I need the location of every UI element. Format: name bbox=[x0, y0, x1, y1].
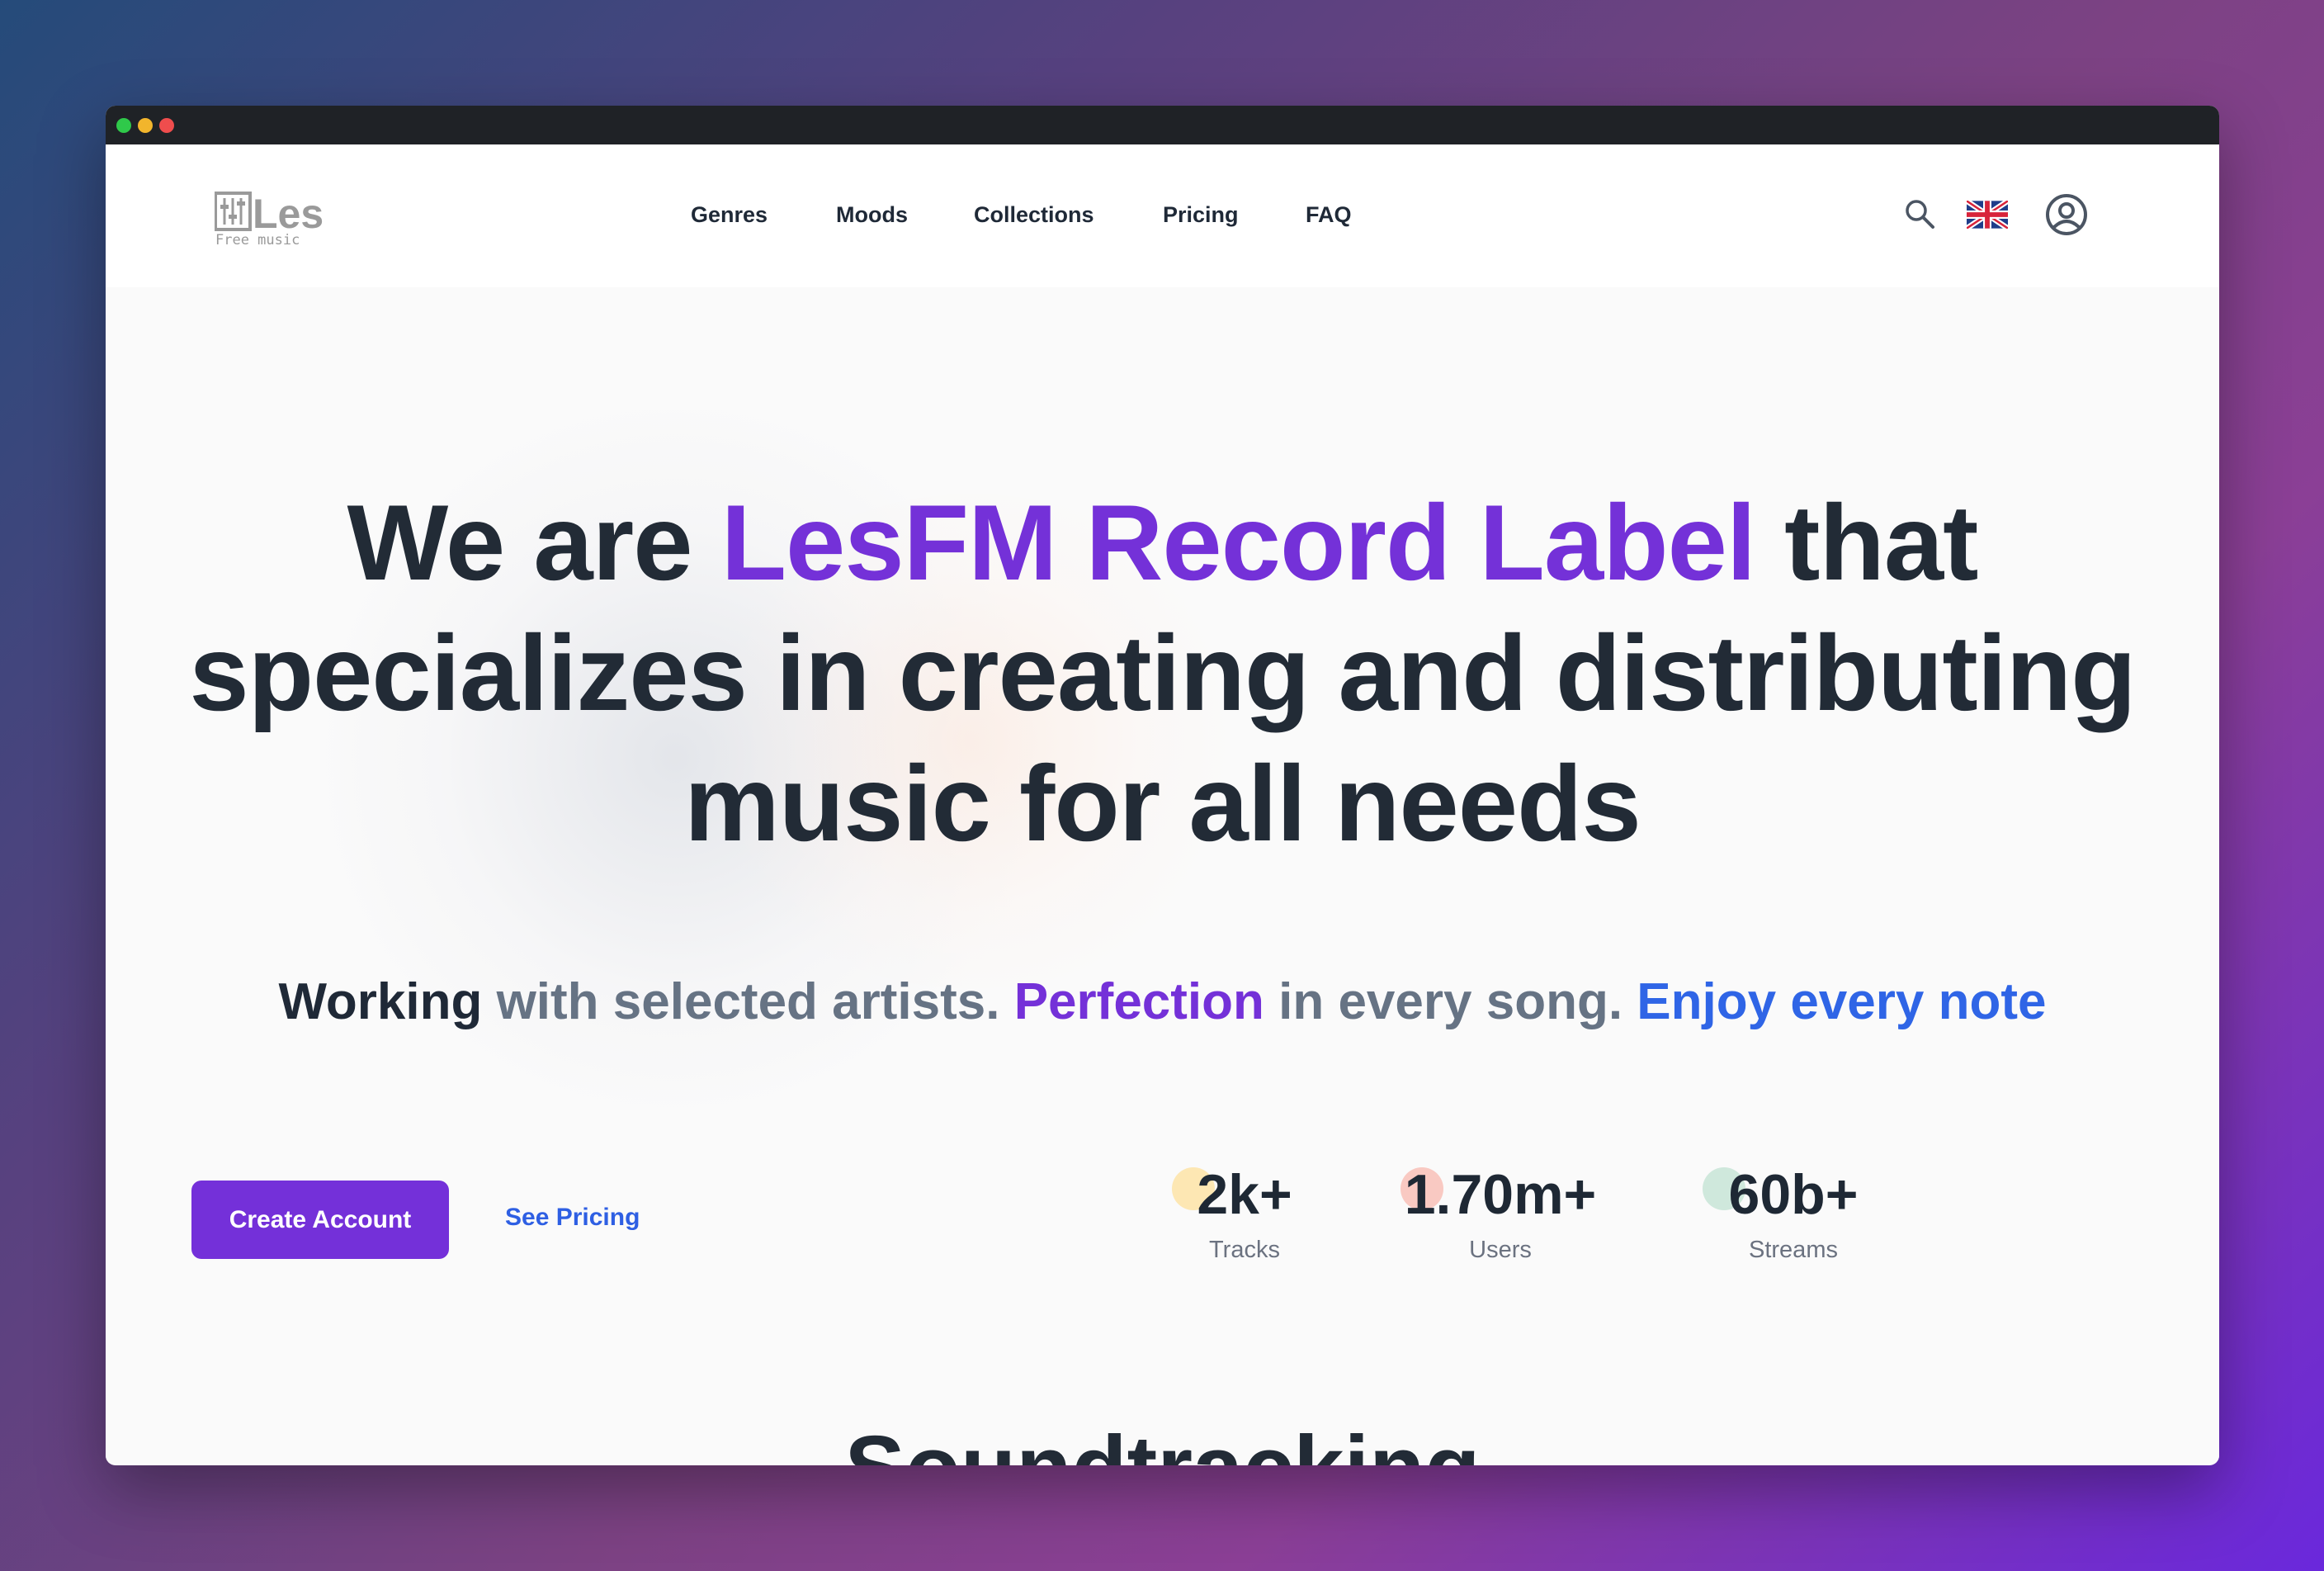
stat-value: 1.70m+ bbox=[1404, 1163, 1597, 1226]
stat-tracks: 2k+ Tracks bbox=[1170, 1162, 1319, 1264]
create-account-button[interactable]: Create Account bbox=[191, 1181, 449, 1259]
headline-intro: We are bbox=[347, 482, 721, 603]
browser-window: Les Free music Genres Moods Collections … bbox=[106, 106, 2219, 1465]
tagline-every-song: in every song. bbox=[1264, 973, 1637, 1030]
stat-streams: 60b+ Streams bbox=[1703, 1162, 1884, 1264]
window-titlebar bbox=[106, 106, 2219, 144]
site-header: Les Free music Genres Moods Collections … bbox=[106, 144, 2219, 287]
nav-genres[interactable]: Genres bbox=[691, 202, 768, 228]
tagline-enjoy: Enjoy every note bbox=[1637, 973, 2047, 1030]
hero-section: We are LesFM Record Label that specializ… bbox=[106, 287, 2219, 1464]
tagline-working: Working bbox=[278, 973, 483, 1030]
nav-faq[interactable]: FAQ bbox=[1306, 202, 1352, 228]
hero-headline: We are LesFM Record Label that specializ… bbox=[106, 477, 2219, 868]
window-minimize-button[interactable] bbox=[138, 118, 153, 133]
nav-collections[interactable]: Collections bbox=[974, 202, 1094, 228]
hero-tagline: Working with selected artists. Perfectio… bbox=[106, 972, 2219, 1031]
nav-moods[interactable]: Moods bbox=[836, 202, 908, 228]
headline-brand: LesFM Record Label bbox=[720, 482, 1756, 603]
uk-flag-icon[interactable] bbox=[1965, 198, 2010, 233]
stat-users: 1.70m+ Users bbox=[1393, 1162, 1608, 1264]
user-account-icon[interactable] bbox=[2044, 192, 2089, 241]
nav-pricing[interactable]: Pricing bbox=[1163, 202, 1239, 228]
window-close-button[interactable] bbox=[159, 118, 174, 133]
tagline-perfection: Perfection bbox=[1013, 973, 1264, 1030]
stat-label: Streams bbox=[1749, 1237, 1838, 1263]
window-maximize-button[interactable] bbox=[116, 118, 131, 133]
stat-value: 60b+ bbox=[1728, 1163, 1859, 1226]
stat-label: Users bbox=[1469, 1237, 1532, 1263]
see-pricing-link[interactable]: See Pricing bbox=[505, 1204, 640, 1232]
search-icon[interactable] bbox=[1902, 196, 1939, 237]
stat-label: Tracks bbox=[1209, 1237, 1280, 1263]
section-heading-soundtracking: Soundtracking bbox=[106, 1415, 2219, 1465]
stat-value: 2k+ bbox=[1197, 1163, 1292, 1226]
tagline-selected-artists: with selected artists. bbox=[482, 973, 1014, 1030]
